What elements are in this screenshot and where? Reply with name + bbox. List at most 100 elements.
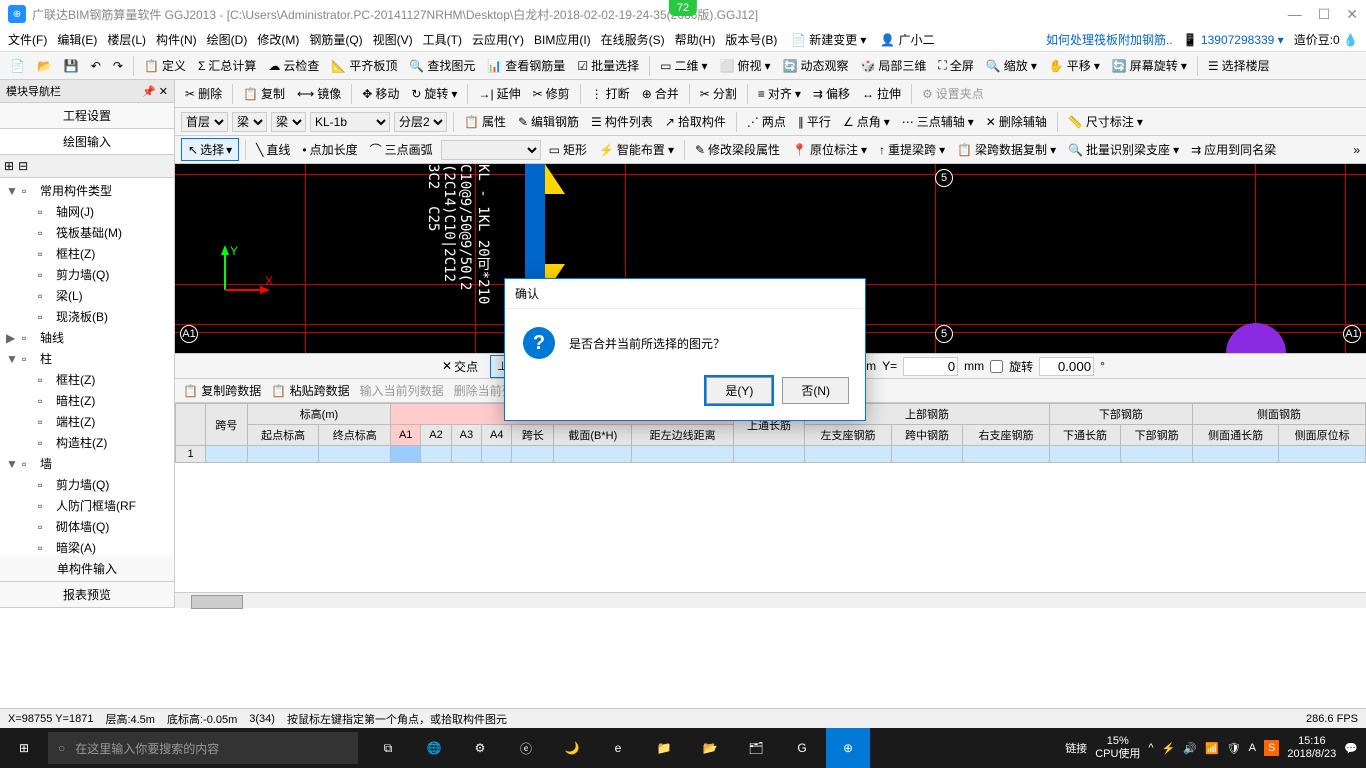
pan-button[interactable]: ✋ 平移 ▾ [1045, 55, 1104, 76]
zoom-button[interactable]: 🔍 缩放 ▾ [982, 55, 1041, 76]
redo-button[interactable]: ↷ [109, 57, 127, 75]
delete-axis-button[interactable]: ✕ 删除辅轴 [982, 111, 1051, 132]
tree-item[interactable]: ▫轴网(J) [2, 201, 172, 222]
sum-button[interactable]: Σ 汇总计算 [194, 55, 260, 76]
app-icon-8[interactable]: 🗂 [734, 728, 778, 768]
menu-bim[interactable]: BIM应用(I) [534, 31, 591, 48]
split-button[interactable]: ✂ 分割 [696, 83, 741, 104]
edit-rebar-button[interactable]: ✎ 编辑钢筋 [514, 111, 583, 132]
component-list-button[interactable]: ☰ 构件列表 [587, 111, 657, 132]
menu-modify[interactable]: 修改(M) [257, 31, 299, 48]
dimension-button[interactable]: 📏 尺寸标注 ▾ [1064, 111, 1147, 132]
tree-item[interactable]: ▫暗柱(Z) [2, 390, 172, 411]
move-button[interactable]: ✥ 移动 [358, 83, 403, 104]
undo-button[interactable]: ↶ [87, 57, 105, 75]
menu-rebar[interactable]: 钢筋量(Q) [309, 31, 362, 48]
notification-icon[interactable]: 💬 [1344, 742, 1358, 755]
align-slab-button[interactable]: 📐 平齐板顶 [327, 55, 401, 76]
close-icon[interactable]: ✕ [1346, 6, 1358, 23]
select-button[interactable]: ↖ 选择 ▾ [181, 138, 239, 161]
maximize-icon[interactable]: ☐ [1318, 6, 1331, 23]
tray-icon-5[interactable]: A [1249, 742, 1256, 754]
clock[interactable]: 15:162018/8/23 [1287, 735, 1336, 761]
rotate-checkbox[interactable] [990, 360, 1003, 373]
report-preview-tab[interactable]: 报表预览 [0, 582, 174, 608]
arc-type-select[interactable] [441, 140, 541, 160]
tree-item[interactable]: ▫框柱(Z) [2, 369, 172, 390]
pin-icon[interactable]: 📌 ✕ [142, 85, 168, 98]
tree-item[interactable]: ▫砌体墙(Q) [2, 516, 172, 537]
tree-item[interactable]: ▫人防门框墙(RF [2, 495, 172, 516]
top-view-button[interactable]: ⬜ 俯视 ▾ [715, 55, 774, 76]
copy-button[interactable]: 📋 复制 [239, 83, 289, 104]
mirror-button[interactable]: ⟷ 镜像 [293, 83, 345, 104]
project-settings-tab[interactable]: 工程设置 [0, 103, 174, 129]
tray-icon-3[interactable]: 📶 [1205, 742, 1219, 755]
snap-intersect[interactable]: ✕ 交点 [436, 356, 484, 377]
new-button[interactable]: 📄 [6, 57, 29, 75]
tree-item[interactable]: ▫筏板基础(M) [2, 222, 172, 243]
tree-item[interactable]: ▫梁(L) [2, 285, 172, 306]
pick-component-button[interactable]: ↗ 拾取构件 [661, 111, 730, 132]
align-button[interactable]: ≡ 对齐 ▾ [754, 83, 805, 104]
property-button[interactable]: 📋 属性 [460, 111, 510, 132]
app-icon-3[interactable]: ⓔ [504, 728, 548, 768]
tree-item[interactable]: ▫框柱(Z) [2, 243, 172, 264]
menu-cloud[interactable]: 云应用(Y) [472, 31, 524, 48]
single-input-tab[interactable]: 单构件输入 [0, 556, 174, 582]
menu-floor[interactable]: 楼层(L) [107, 31, 146, 48]
user-label[interactable]: 👤 广小二 [880, 31, 934, 48]
screen-rotate-button[interactable]: 🔄 屏幕旋转 ▾ [1108, 55, 1191, 76]
orbit-button[interactable]: 🔄 动态观察 [778, 55, 852, 76]
rect-button[interactable]: ▭ 矩形 [545, 139, 591, 160]
task-view-icon[interactable]: ⧉ [366, 728, 410, 768]
phone-number[interactable]: 📱 13907298339 ▾ [1183, 33, 1284, 47]
delete-button[interactable]: ✂ 删除 [181, 83, 226, 104]
help-link[interactable]: 如何处理筏板附加钢筋.. [1046, 31, 1173, 48]
more-icon[interactable]: » [1353, 143, 1360, 157]
batch-select-button[interactable]: ☑ 批量选择 [573, 55, 643, 76]
app-icon-2[interactable]: ⚙ [458, 728, 502, 768]
tray-icon-4[interactable]: 🛡 [1227, 742, 1241, 755]
new-change-button[interactable]: 📄 新建变更 ▾ [787, 29, 870, 50]
category2-select[interactable]: 梁 [271, 112, 306, 132]
stretch-button[interactable]: ↔ 拉伸 [858, 83, 905, 104]
tree-item[interactable]: ▫剪力墙(Q) [2, 264, 172, 285]
app-icon-5[interactable]: e [596, 728, 640, 768]
arc-button[interactable]: ⌒ 三点画弧 [366, 139, 437, 160]
view-rebar-button[interactable]: 📊 查看钢筋量 [483, 55, 569, 76]
tray-icon-1[interactable]: ⚡ [1162, 742, 1176, 755]
no-button[interactable]: 否(N) [782, 377, 849, 404]
cost-beans[interactable]: 造价豆:0 💧 [1294, 31, 1358, 48]
copy-span-button[interactable]: 📋 复制跨数据 [183, 382, 261, 399]
relift-beam-button[interactable]: ↑ 重提梁跨 ▾ [875, 139, 949, 160]
parallel-button[interactable]: ∥ 平行 [794, 111, 835, 132]
tree-item[interactable]: ▼▫墙 [2, 453, 172, 474]
table-row[interactable]: 1 [176, 446, 1366, 463]
menu-view[interactable]: 视图(V) [373, 31, 413, 48]
cloud-check-button[interactable]: ☁ 云检查 [264, 55, 323, 76]
local-3d-button[interactable]: 🎲 局部三维 [856, 55, 930, 76]
tree-icon-1[interactable]: ⊞ [4, 159, 14, 173]
trim-button[interactable]: ✂ 修剪 [529, 83, 574, 104]
select-floor-button[interactable]: ☰ 选择楼层 [1204, 55, 1274, 76]
app-icon-9[interactable]: G [780, 728, 824, 768]
modify-beam-button[interactable]: ✎ 修改梁段属性 [691, 139, 784, 160]
ime-icon[interactable]: S [1264, 740, 1279, 756]
data-table[interactable]: 跨号 标高(m) 构件尺寸(mm) 上通长筋 上部钢筋 下部钢筋 侧面钢筋 起点… [175, 403, 1366, 592]
offset-button[interactable]: ⇉ 偏移 [809, 83, 854, 104]
floor-select[interactable]: 首层 [181, 112, 228, 132]
menu-help[interactable]: 帮助(H) [675, 31, 716, 48]
horizontal-scrollbar[interactable] [175, 592, 1366, 608]
batch-identify-button[interactable]: 🔍 批量识别梁支座 ▾ [1064, 139, 1183, 160]
cpu-meter[interactable]: 15%CPU使用 [1095, 735, 1140, 761]
save-button[interactable]: 💾 [60, 57, 83, 75]
component-select[interactable]: KL-1b [310, 112, 390, 132]
tray-up-icon[interactable]: ^ [1148, 742, 1153, 754]
app-icon-6[interactable]: 📁 [642, 728, 686, 768]
draw-input-tab[interactable]: 绘图输入 [0, 129, 174, 155]
three-point-axis-button[interactable]: ⋯ 三点辅轴 ▾ [898, 111, 978, 132]
tree-item[interactable]: ▫暗梁(A) [2, 537, 172, 556]
start-button[interactable]: ⊞ [0, 728, 48, 768]
find-element-button[interactable]: 🔍 查找图元 [405, 55, 479, 76]
